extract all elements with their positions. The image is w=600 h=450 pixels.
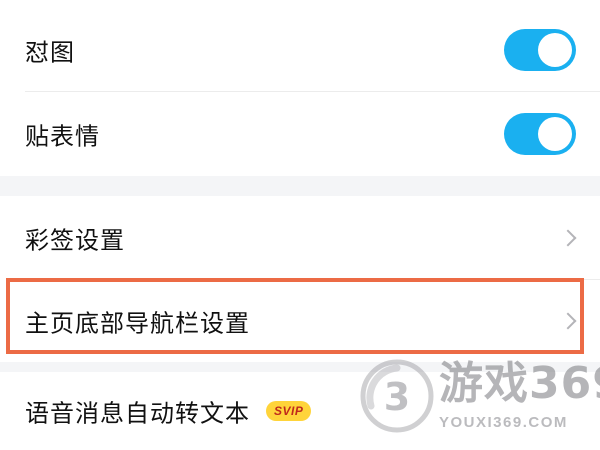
setting-row-home-nav-bar[interactable]: 主页底部导航栏设置	[0, 280, 600, 362]
watermark-title: 游戏369	[439, 358, 600, 409]
watermark-url: YOUXI369.COM	[439, 414, 568, 431]
site-watermark: 3 游戏369 YOUXI369.COM	[355, 352, 600, 450]
settings-screen: 怼图 贴表情 彩签设置 主页底部导航栏设置 语音消息自动转文本 SVIP 3 游…	[0, 0, 600, 450]
setting-label: 彩签设置	[25, 226, 125, 255]
setting-label: 语音消息自动转文本	[25, 399, 250, 428]
setting-row-cai-qian[interactable]: 彩签设置	[0, 196, 600, 280]
setting-row-tie-biao-qing[interactable]: 贴表情	[0, 92, 600, 176]
top-strip	[0, 0, 600, 8]
setting-label: 怼图	[25, 38, 75, 67]
section-gap	[0, 176, 600, 196]
svip-badge: SVIP	[266, 401, 312, 421]
toggle-knob	[538, 117, 572, 151]
setting-row-dui-tu[interactable]: 怼图	[0, 8, 600, 92]
toggle-knob	[538, 33, 572, 67]
chevron-right-icon	[559, 229, 577, 247]
watermark-logo-glyph: 3	[384, 375, 410, 419]
chevron-right-icon	[559, 312, 577, 330]
tie-biao-qing-toggle[interactable]	[504, 113, 576, 155]
setting-label: 主页底部导航栏设置	[25, 309, 250, 338]
watermark-logo-icon: 3	[360, 359, 434, 433]
dui-tu-toggle[interactable]	[504, 29, 576, 71]
setting-label: 贴表情	[25, 122, 100, 151]
